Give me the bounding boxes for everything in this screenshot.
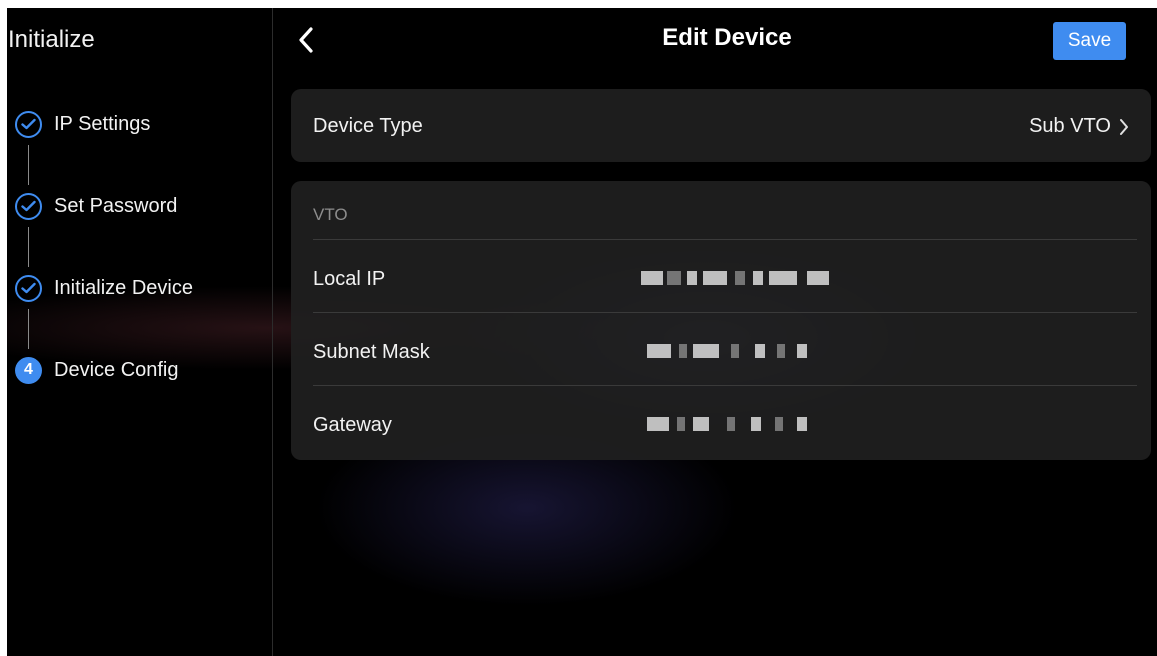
step-device-config: 4 Device Config	[15, 355, 179, 385]
local-ip-field[interactable]	[631, 267, 871, 289]
device-type-value-group: Sub VTO	[1029, 115, 1129, 138]
sidebar: Initialize IP Settings Set Password Init…	[7, 8, 273, 656]
subnet-mask-field[interactable]	[631, 340, 871, 362]
step-label: Initialize Device	[54, 276, 193, 299]
device-type-value: Sub VTO	[1029, 115, 1111, 137]
chevron-left-icon	[299, 27, 313, 53]
step-label: Set Password	[54, 194, 178, 217]
gateway-label: Gateway	[313, 414, 392, 436]
step-label: Device Config	[54, 358, 179, 381]
subnet-mask-label: Subnet Mask	[313, 341, 430, 363]
check-circle-icon	[15, 192, 42, 220]
page-title: Edit Device	[662, 24, 792, 51]
divider	[313, 239, 1137, 240]
section-header: VTO	[313, 205, 348, 224]
sidebar-title: Initialize	[8, 26, 95, 53]
step-ip-settings: IP Settings	[15, 109, 150, 139]
step-initialize-device: Initialize Device	[15, 273, 193, 303]
gateway-field[interactable]	[631, 413, 871, 435]
device-type-row[interactable]: Device Type Sub VTO	[291, 89, 1151, 162]
divider	[313, 312, 1137, 313]
save-button[interactable]: Save	[1053, 22, 1126, 60]
check-circle-icon	[15, 110, 42, 138]
step-connector	[28, 227, 29, 267]
chevron-right-icon	[1120, 118, 1128, 135]
step-connector	[28, 309, 29, 349]
device-type-label: Device Type	[313, 115, 423, 137]
step-connector	[28, 145, 29, 185]
divider	[313, 385, 1137, 386]
step-label: IP Settings	[54, 112, 151, 135]
local-ip-label: Local IP	[313, 268, 386, 290]
step-set-password: Set Password	[15, 191, 177, 221]
device-screen: Initialize IP Settings Set Password Init…	[7, 8, 1157, 656]
network-settings-card: VTO Local IP Subnet Mask Gateway	[291, 181, 1151, 460]
step-number-badge: 4	[15, 356, 42, 384]
back-button[interactable]	[291, 22, 321, 58]
check-circle-icon	[15, 274, 42, 302]
